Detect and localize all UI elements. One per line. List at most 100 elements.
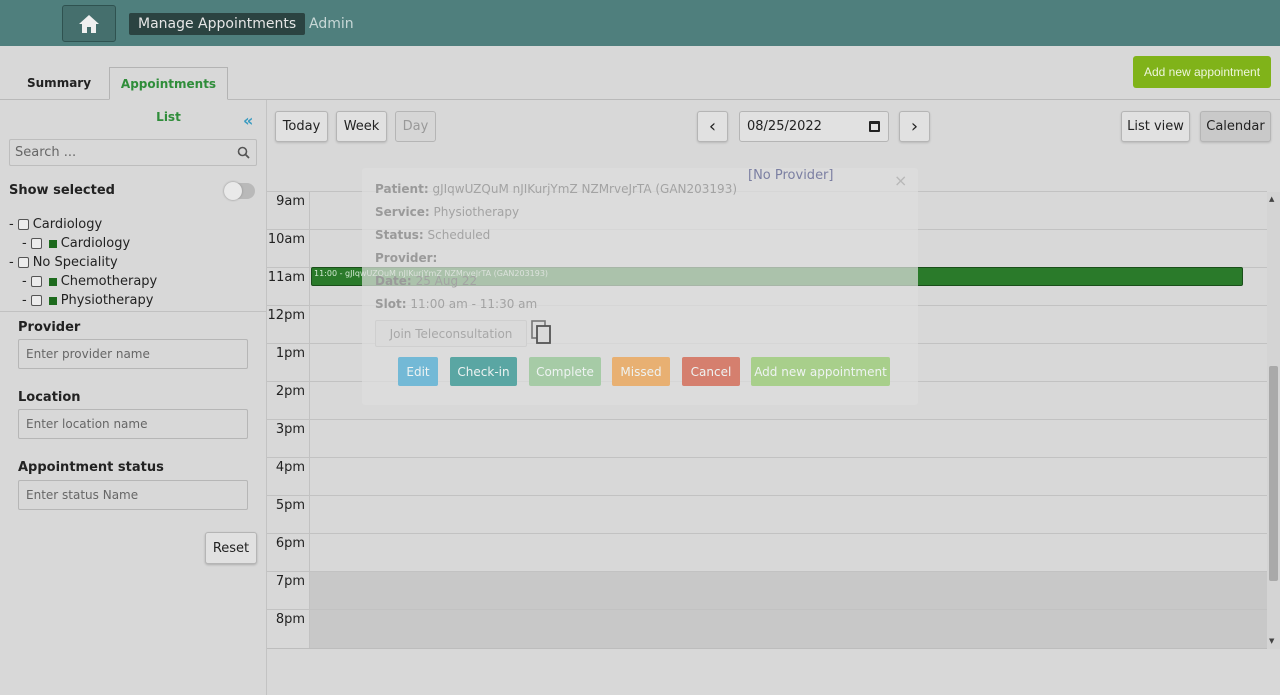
patient-label: Patient: xyxy=(375,182,429,196)
hour-row: 6pm xyxy=(267,533,1267,572)
hour-row: 8pm xyxy=(267,609,1267,648)
date-value: 25 Aug 22 xyxy=(415,274,478,288)
scrollbar-thumb[interactable] xyxy=(1269,366,1278,581)
tree-checkbox[interactable] xyxy=(30,238,42,249)
missed-button[interactable]: Missed xyxy=(612,357,670,386)
time-slot[interactable] xyxy=(309,458,1267,496)
week-button[interactable]: Week xyxy=(336,111,387,142)
tab-appointments-list[interactable]: Appointments List xyxy=(109,67,228,124)
tree-checkbox[interactable] xyxy=(17,219,29,230)
hour-label: 11am xyxy=(267,270,305,285)
cancel-button[interactable]: Cancel xyxy=(682,357,740,386)
tree-label: Cardiology xyxy=(32,217,103,232)
prev-button[interactable]: ‹ xyxy=(697,111,728,142)
show-selected-label: Show selected xyxy=(9,183,115,198)
appointment-details-popup: [No Provider] × Patient: gJIqwUZQuM nJIK… xyxy=(362,168,918,405)
location-input[interactable] xyxy=(18,409,248,439)
hour-row: 4pm xyxy=(267,457,1267,496)
date-label: Date: xyxy=(375,274,412,288)
hour-label: 5pm xyxy=(275,498,305,513)
patient-row: Patient: gJIqwUZQuM nJIKurjYmZ NZMrveJrT… xyxy=(375,182,737,196)
status-value: Scheduled xyxy=(427,228,491,242)
tree-item-chemotherapy: - Chemotherapy xyxy=(22,274,157,289)
status-label: Appointment status xyxy=(18,460,164,475)
hour-label: 4pm xyxy=(275,460,305,475)
date-picker-input[interactable]: 08/25/2022 xyxy=(739,111,889,142)
tree-label: Cardiology xyxy=(60,236,131,251)
time-slot[interactable] xyxy=(309,420,1267,458)
reset-button[interactable]: Reset xyxy=(205,532,257,564)
hour-label: 10am xyxy=(267,232,305,247)
search-icon[interactable] xyxy=(237,146,250,159)
tree-checkbox[interactable] xyxy=(30,276,42,287)
date-value: 08/25/2022 xyxy=(747,119,822,134)
tab-summary[interactable]: Summary xyxy=(17,67,101,100)
search-input[interactable] xyxy=(10,140,230,165)
tree-checkbox[interactable] xyxy=(17,257,29,268)
tree-prefix: - xyxy=(9,255,14,270)
color-swatch xyxy=(48,277,57,286)
time-slot[interactable] xyxy=(309,610,1267,648)
scroll-up-icon[interactable]: ▲ xyxy=(1269,195,1274,203)
tree-checkbox[interactable] xyxy=(30,295,42,306)
edit-button[interactable]: Edit xyxy=(398,357,438,386)
show-selected-toggle[interactable] xyxy=(224,182,255,200)
tree-item-no-speciality: - No Speciality xyxy=(9,255,118,270)
complete-button[interactable]: Complete xyxy=(529,357,601,386)
hour-label: 3pm xyxy=(275,422,305,437)
status-label: Status: xyxy=(375,228,424,242)
day-button[interactable]: Day xyxy=(395,111,436,142)
slot-value: 11:00 am - 11:30 am xyxy=(410,297,538,311)
today-button[interactable]: Today xyxy=(275,111,328,142)
copy-icon[interactable] xyxy=(531,320,553,346)
service-label: Service: xyxy=(375,205,430,219)
service-value: Physiotherapy xyxy=(433,205,520,219)
hour-label: 1pm xyxy=(275,346,305,361)
nav-admin[interactable]: Admin xyxy=(309,13,354,35)
home-button[interactable] xyxy=(62,5,116,42)
tree-label: No Speciality xyxy=(32,255,118,270)
tree-label: Physiotherapy xyxy=(60,293,154,308)
collapse-sidebar-icon[interactable]: « xyxy=(243,111,253,130)
service-row: Service: Physiotherapy xyxy=(375,205,519,219)
tab-bar: Summary Appointments List Add new appoin… xyxy=(0,46,1280,124)
provider-label: Provider xyxy=(18,320,81,335)
provider-row: Provider: xyxy=(375,251,437,265)
time-slot[interactable] xyxy=(309,534,1267,572)
status-input[interactable] xyxy=(18,480,248,510)
time-slot[interactable] xyxy=(309,496,1267,534)
home-icon xyxy=(79,14,99,33)
hour-label: 9am xyxy=(276,194,305,209)
hour-row: 5pm xyxy=(267,495,1267,534)
status-row: Status: Scheduled xyxy=(375,228,490,242)
tree-item-cardiology: - Cardiology xyxy=(22,236,130,251)
provider-input[interactable] xyxy=(18,339,248,369)
next-button[interactable]: › xyxy=(899,111,930,142)
top-nav: Manage Appointments Admin xyxy=(0,0,1280,46)
calendar-view-button[interactable]: Calendar xyxy=(1200,111,1271,142)
patient-value: gJIqwUZQuM nJIKurjYmZ NZMrveJrTA (GAN203… xyxy=(432,182,738,196)
tree-prefix: - xyxy=(22,274,27,289)
hour-label: 7pm xyxy=(275,574,305,589)
tree-label: Chemotherapy xyxy=(60,274,158,289)
nav-manage-appointments[interactable]: Manage Appointments xyxy=(129,13,306,35)
location-label: Location xyxy=(18,390,81,405)
add-new-appointment-button[interactable]: Add new appointment xyxy=(1133,56,1271,88)
hour-row: 7pm xyxy=(267,571,1267,610)
hour-row: 3pm xyxy=(267,419,1267,458)
time-slot[interactable] xyxy=(309,572,1267,610)
color-swatch xyxy=(48,296,57,305)
popup-add-appointment-button[interactable]: Add new appointment xyxy=(751,357,890,386)
close-icon[interactable]: × xyxy=(894,171,907,190)
join-teleconsultation-button[interactable]: Join Teleconsultation xyxy=(375,320,527,347)
hour-label: 8pm xyxy=(275,612,305,627)
popup-title: [No Provider] xyxy=(748,168,834,183)
check-in-button[interactable]: Check-in xyxy=(450,357,517,386)
slot-row: Slot: 11:00 am - 11:30 am xyxy=(375,297,537,311)
color-swatch xyxy=(48,239,57,248)
list-view-button[interactable]: List view xyxy=(1121,111,1190,142)
calendar-icon[interactable] xyxy=(869,121,880,132)
date-row: Date: 25 Aug 22 xyxy=(375,274,477,288)
hour-label: 2pm xyxy=(275,384,305,399)
scroll-down-icon[interactable]: ▼ xyxy=(1269,637,1274,645)
